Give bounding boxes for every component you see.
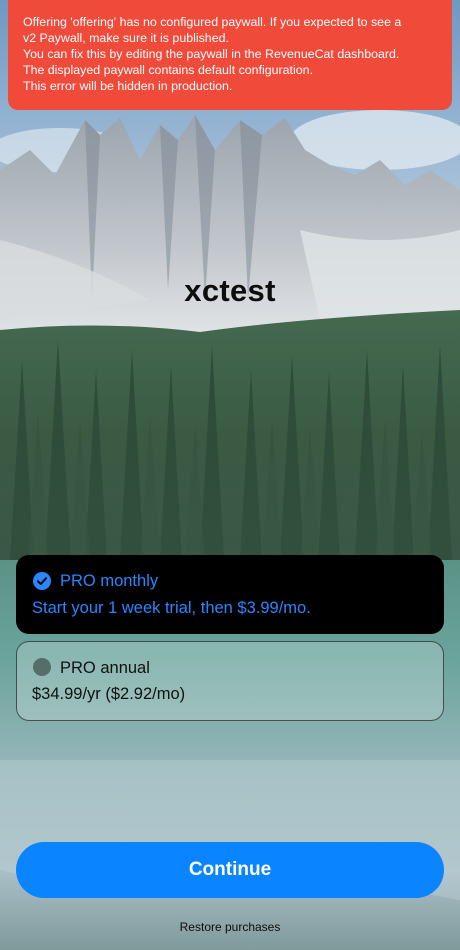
- error-line: The displayed paywall contains default c…: [23, 63, 313, 77]
- continue-button[interactable]: Continue: [16, 842, 444, 898]
- paywall-error-banner: Offering 'offering' has no configured pa…: [8, 0, 452, 110]
- background-landscape-image: [0, 0, 460, 950]
- error-line: v2 Paywall, make sure it is published.: [23, 31, 229, 45]
- radio-empty-icon: [33, 658, 51, 676]
- package-option-annual[interactable]: PRO annual $34.99/yr ($2.92/mo): [16, 641, 444, 721]
- error-line: This error will be hidden in production.: [23, 79, 233, 93]
- package-description: $34.99/yr ($2.92/mo): [32, 685, 186, 703]
- package-name: PRO annual: [60, 659, 150, 677]
- error-line: Offering 'offering' has no configured pa…: [23, 15, 402, 29]
- restore-purchases-link[interactable]: Restore purchases: [0, 920, 460, 934]
- package-name: PRO monthly: [60, 572, 159, 590]
- paywall-title: xctest: [184, 273, 276, 308]
- package-option-monthly[interactable]: PRO monthly Start your 1 week trial, the…: [16, 555, 444, 634]
- error-line: You can fix this by editing the paywall …: [23, 47, 400, 61]
- package-description: Start your 1 week trial, then $3.99/mo.: [32, 599, 311, 617]
- checkmark-circle-icon: [33, 572, 51, 590]
